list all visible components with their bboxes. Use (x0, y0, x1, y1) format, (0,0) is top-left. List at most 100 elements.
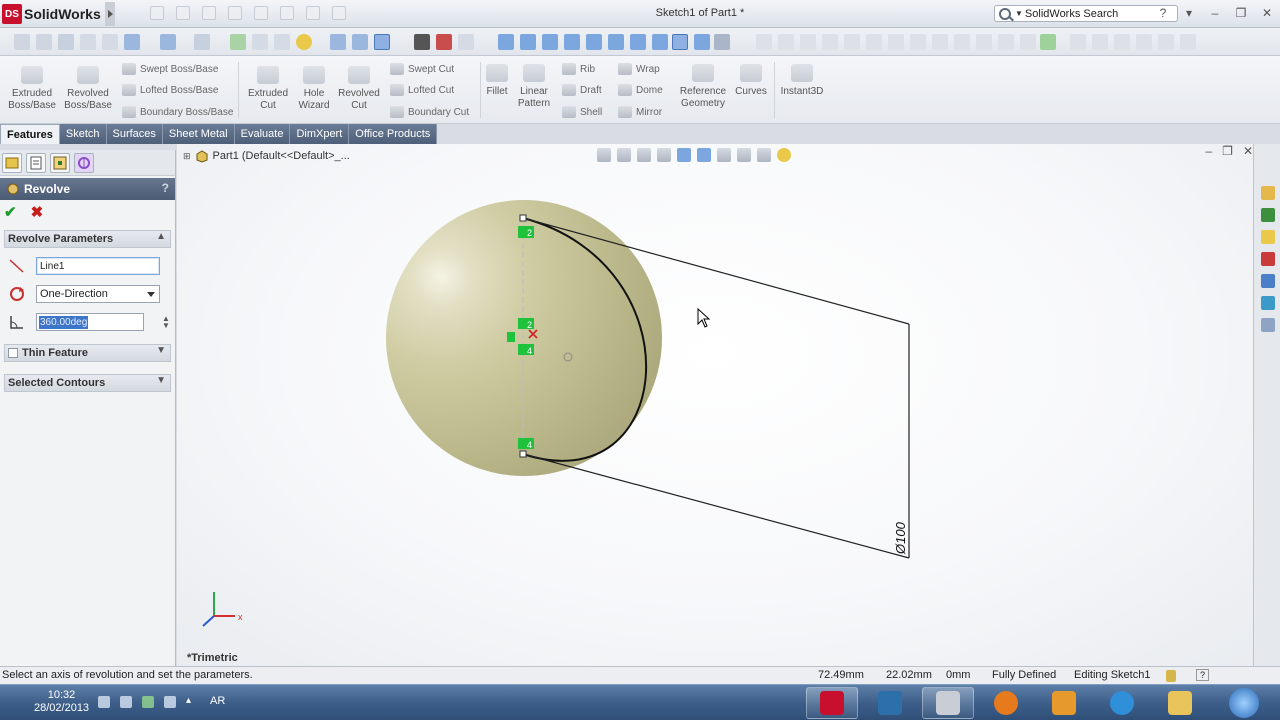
dimetric-view-icon[interactable] (694, 34, 710, 50)
tool-d-icon[interactable] (822, 34, 838, 50)
wrap-button[interactable]: Wrap (618, 63, 660, 75)
sketch-arc[interactable] (522, 217, 648, 462)
draft-button[interactable]: Draft (562, 84, 602, 96)
endpoint-top[interactable] (519, 214, 527, 222)
taskbar-explorer-button[interactable] (1154, 687, 1206, 719)
cancel-x-icon[interactable]: ✖ (31, 203, 44, 221)
camera-icon[interactable] (414, 34, 430, 50)
system-clock[interactable]: 10:32 28/02/2013 (34, 689, 89, 715)
fillet-button[interactable]: Fillet (482, 64, 512, 98)
show-hidden-icons[interactable]: ▴ (186, 695, 191, 706)
tool-j-icon[interactable] (976, 34, 992, 50)
solidworks-search-box[interactable]: ▼ SolidWorks Search (994, 5, 1178, 22)
instant3d-button[interactable]: Instant3D (778, 64, 826, 98)
tool-s-icon[interactable] (1180, 34, 1196, 50)
tool-c-icon[interactable] (800, 34, 816, 50)
tool-n-icon[interactable] (1070, 34, 1086, 50)
link-view-icon[interactable] (714, 34, 730, 50)
tool-q-icon[interactable] (1136, 34, 1152, 50)
feature-manager-tab-icon[interactable] (2, 153, 22, 173)
ok-check-icon[interactable]: ✔ (4, 203, 17, 221)
tool-e-icon[interactable] (844, 34, 860, 50)
angle-input[interactable]: 360.00deg (36, 313, 144, 331)
lofted-cut-button[interactable]: Lofted Cut (390, 84, 454, 96)
tab-dimxpert[interactable]: DimXpert (290, 124, 350, 144)
tool-r-icon[interactable] (1158, 34, 1174, 50)
expand-chevron-icon[interactable]: ▼ (156, 345, 166, 356)
tool-b-icon[interactable] (778, 34, 794, 50)
rib-button[interactable]: Rib (562, 63, 595, 75)
selected-contours-group[interactable]: Selected Contours ▼ (4, 374, 171, 392)
relation-glyph-top[interactable]: 2 (518, 226, 534, 238)
rebuild-status-icon[interactable] (1166, 670, 1176, 682)
taskbar-media-button[interactable] (1038, 687, 1090, 719)
extruded-cut-button[interactable]: Extruded Cut (244, 66, 292, 112)
relation-glyph-bottom[interactable]: 4 (518, 438, 534, 450)
shell-button[interactable]: Shell (562, 106, 602, 118)
top-view-icon[interactable] (608, 34, 624, 50)
collapse-chevron-icon[interactable]: ▲ (156, 231, 166, 242)
roll-icon[interactable] (274, 34, 290, 50)
curves-button[interactable]: Curves (732, 64, 770, 98)
boundary-boss-button[interactable]: Boundary Boss/Base (122, 106, 233, 118)
design-library-icon[interactable] (1261, 208, 1275, 222)
tool-a-icon[interactable] (756, 34, 772, 50)
zoom-fit-icon[interactable] (14, 34, 30, 50)
taskbar-firefox-button[interactable] (980, 687, 1032, 719)
extruded-boss-button[interactable]: Extruded Boss/Base (8, 66, 56, 112)
diameter-dimension[interactable]: Ø100 (893, 521, 908, 555)
left-view-icon[interactable] (564, 34, 580, 50)
file-explorer-icon[interactable] (1261, 230, 1275, 244)
tab-sheet-metal[interactable]: Sheet Metal (162, 124, 235, 144)
tab-sketch[interactable]: Sketch (59, 124, 107, 144)
dome-button[interactable]: Dome (618, 84, 663, 96)
appearances-icon[interactable] (1261, 296, 1275, 310)
tool-f-icon[interactable] (866, 34, 882, 50)
swept-boss-button[interactable]: Swept Boss/Base (122, 63, 218, 75)
taskbar-app2-button[interactable] (864, 687, 916, 719)
view-orientation-icon[interactable] (124, 34, 140, 50)
tab-office-products[interactable]: Office Products (349, 124, 438, 144)
rotate-icon[interactable] (230, 34, 246, 50)
tool-l-icon[interactable] (1020, 34, 1036, 50)
configuration-manager-tab-icon[interactable] (50, 153, 70, 173)
shaded-edges-icon[interactable] (374, 34, 390, 50)
select-icon[interactable] (58, 34, 74, 50)
tray-network-icon[interactable] (120, 696, 132, 708)
boundary-cut-button[interactable]: Boundary Cut (390, 106, 469, 118)
section-view-icon[interactable] (102, 34, 118, 50)
revolved-cut-button[interactable]: Revolved Cut (336, 66, 382, 112)
tray-notification-icon[interactable] (98, 696, 110, 708)
help-icon[interactable]: ? (1156, 6, 1170, 20)
property-manager-tab-icon[interactable] (26, 153, 46, 173)
sum-icon[interactable] (932, 34, 948, 50)
help-icon[interactable]: ? (162, 181, 169, 195)
iso-view-icon[interactable] (652, 34, 668, 50)
tab-features[interactable]: Features (0, 124, 60, 144)
display-style-icon[interactable] (160, 34, 176, 50)
search-dropdown-icon[interactable]: ▼ (1015, 9, 1023, 18)
zoom-area-icon[interactable] (36, 34, 52, 50)
back-view-icon[interactable] (542, 34, 558, 50)
close-icon[interactable]: ✕ (1260, 6, 1274, 20)
tool-g-icon[interactable] (888, 34, 904, 50)
tab-surfaces[interactable]: Surfaces (106, 124, 163, 144)
search-input[interactable]: SolidWorks Search (1025, 8, 1118, 20)
thin-feature-group[interactable]: Thin Feature ▼ (4, 344, 171, 362)
linear-pattern-button[interactable]: Linear Pattern (514, 64, 554, 110)
angle-spinner[interactable]: ▲ ▼ (162, 315, 170, 330)
standard-views-icon[interactable] (330, 34, 346, 50)
help-dropdown-icon[interactable]: ▾ (1182, 6, 1196, 20)
taskbar-ie-button[interactable] (1096, 687, 1148, 719)
revolve-type-select[interactable]: One-Direction (36, 285, 160, 303)
tool-p-icon[interactable] (1114, 34, 1130, 50)
tool-i-icon[interactable] (954, 34, 970, 50)
input-language[interactable]: AR (210, 695, 225, 707)
expand-chevron-icon[interactable]: ▼ (156, 375, 166, 386)
dimxpert-manager-tab-icon[interactable] (74, 153, 94, 173)
pan-icon[interactable] (252, 34, 268, 50)
thin-feature-checkbox[interactable] (8, 348, 18, 358)
tray-app-icon[interactable] (142, 696, 154, 708)
right-view-icon[interactable] (586, 34, 602, 50)
trimetric-view-icon[interactable] (672, 34, 688, 50)
